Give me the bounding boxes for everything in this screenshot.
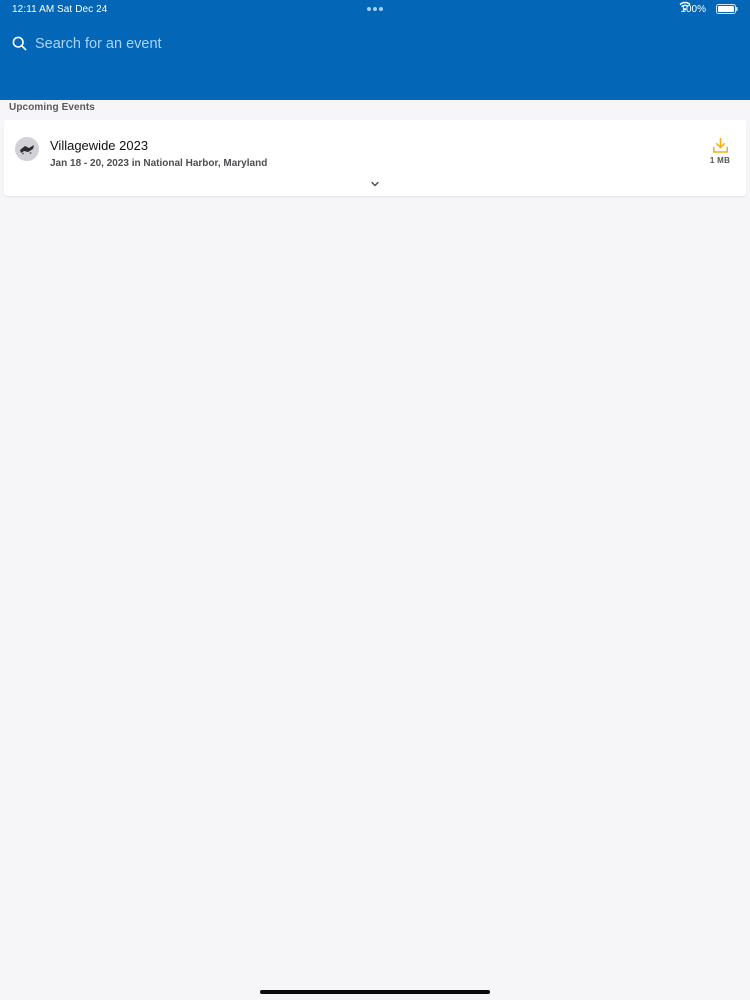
event-logo <box>15 137 39 161</box>
header-wave <box>0 78 750 95</box>
home-indicator[interactable] <box>260 990 490 994</box>
event-date-location: Jan 18 - 20, 2023 in National Harbor, Ma… <box>50 158 268 169</box>
chevron-down-icon[interactable] <box>370 180 380 188</box>
status-date: Sat Dec 24 <box>57 4 108 15</box>
status-bar: 12:11 AM Sat Dec 24 100% <box>0 0 750 18</box>
download-icon <box>712 137 728 153</box>
status-time: 12:11 AM <box>12 4 55 15</box>
event-title: Villagewide 2023 <box>50 138 149 153</box>
event-card[interactable]: Villagewide 2023 Jan 18 - 20, 2023 in Na… <box>4 120 746 196</box>
search-bar[interactable] <box>12 33 412 55</box>
search-input[interactable] <box>35 33 395 55</box>
download-size: 1 MB <box>709 156 731 165</box>
download-button[interactable]: 1 MB <box>706 137 734 169</box>
battery-percent: 100% <box>680 4 706 15</box>
search-icon <box>12 36 27 51</box>
battery-icon <box>716 4 738 14</box>
upcoming-events-heading: Upcoming Events <box>9 102 95 113</box>
multitasking-dots-icon[interactable] <box>367 7 383 11</box>
